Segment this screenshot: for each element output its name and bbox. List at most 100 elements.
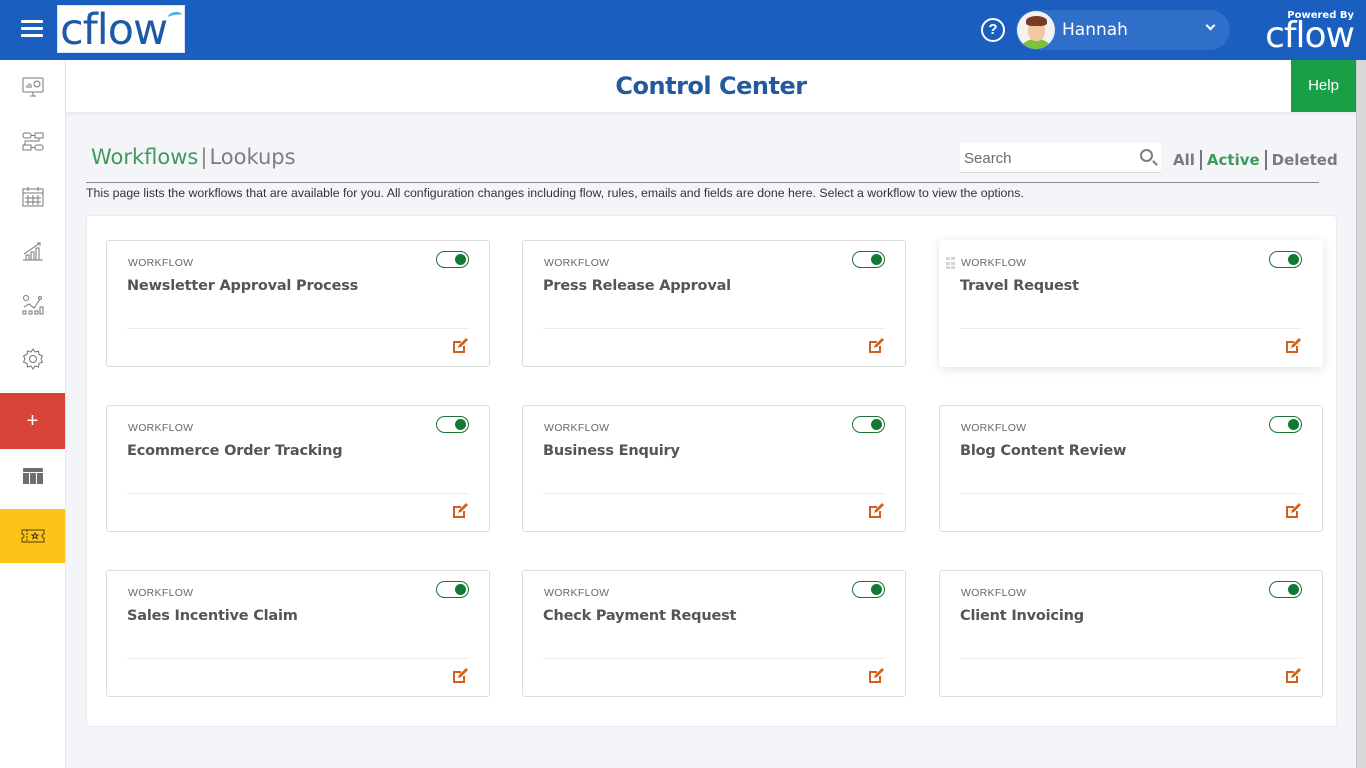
tab-workflows[interactable]: Workflows: [91, 145, 198, 169]
toggle-knob: [1288, 254, 1299, 265]
page-description: This page lists the workflows that are a…: [86, 186, 1024, 200]
workflow-card-title: Sales Incentive Claim: [127, 608, 298, 624]
workflow-enable-toggle[interactable]: [436, 416, 469, 433]
table-icon: [22, 468, 43, 484]
workflow-card[interactable]: WORKFLOW Business Enquiry: [522, 405, 906, 532]
filter-all[interactable]: All: [1173, 151, 1195, 169]
card-divider: [127, 658, 469, 659]
drag-handle-icon[interactable]: [946, 257, 956, 270]
page-title: Control Center: [615, 72, 807, 100]
edit-icon[interactable]: [867, 502, 885, 520]
toggle-knob: [1288, 419, 1299, 430]
logo-text: cflow: [60, 5, 168, 55]
toggle-knob: [871, 584, 882, 595]
edit-icon[interactable]: [451, 502, 469, 520]
user-name: Hannah: [1062, 20, 1128, 40]
workflow-enable-toggle[interactable]: [852, 251, 885, 268]
workflow-card-label: WORKFLOW: [128, 422, 194, 434]
sidebar-item-tickets[interactable]: [0, 509, 65, 563]
filter-separator: [1264, 150, 1267, 170]
vertical-scrollbar[interactable]: [1356, 60, 1366, 768]
card-divider: [543, 493, 885, 494]
tab-lookups[interactable]: Lookups: [209, 145, 295, 169]
workflow-card-title: Client Invoicing: [960, 608, 1084, 624]
sidebar-item-dashboard[interactable]: [0, 60, 65, 114]
calendar-icon: [22, 187, 43, 207]
toggle-knob: [455, 254, 466, 265]
card-divider: [960, 493, 1302, 494]
workflow-card[interactable]: WORKFLOW Check Payment Request: [522, 570, 906, 697]
line-chart-icon: [22, 295, 43, 315]
sidebar-item-reports[interactable]: [0, 224, 65, 278]
toggle-knob: [871, 254, 882, 265]
workflow-card[interactable]: WORKFLOW Blog Content Review: [939, 405, 1323, 532]
sidebar: +: [0, 60, 66, 768]
header-divider: [86, 182, 1319, 183]
sidebar-item-settings[interactable]: [0, 332, 65, 386]
workflow-card[interactable]: WORKFLOW Travel Request: [939, 240, 1323, 367]
search-input[interactable]: [964, 147, 1134, 169]
workflow-card-title: Blog Content Review: [960, 443, 1127, 459]
workflow-card-title: Travel Request: [960, 278, 1079, 294]
workflow-card[interactable]: WORKFLOW Newsletter Approval Process: [106, 240, 490, 367]
workflow-card-title: Newsletter Approval Process: [127, 278, 359, 294]
workflow-enable-toggle[interactable]: [1269, 416, 1302, 433]
cflow-logo[interactable]: cflow: [57, 5, 185, 55]
user-menu-dropdown[interactable]: Hannah: [1016, 10, 1230, 50]
workflow-card-label: WORKFLOW: [128, 257, 194, 269]
workflow-enable-toggle[interactable]: [852, 581, 885, 598]
edit-icon[interactable]: [867, 667, 885, 685]
sidebar-item-create-new[interactable]: +: [0, 393, 65, 449]
powered-by-cflow-logo: cflow: [1265, 15, 1355, 56]
sidebar-item-analytics[interactable]: [0, 278, 65, 332]
workflow-card-label: WORKFLOW: [961, 422, 1027, 434]
plus-icon: +: [26, 409, 39, 432]
search-box: [960, 143, 1161, 173]
help-question-icon[interactable]: ?: [981, 18, 1005, 42]
hamburger-menu-icon[interactable]: [21, 20, 43, 38]
filter-separator: [1199, 150, 1202, 170]
edit-icon[interactable]: [1284, 337, 1302, 355]
workflow-card[interactable]: WORKFLOW Ecommerce Order Tracking: [106, 405, 490, 532]
gear-icon: [22, 348, 43, 370]
toggle-knob: [871, 419, 882, 430]
workflow-card[interactable]: WORKFLOW Sales Incentive Claim: [106, 570, 490, 697]
workflow-card-label: WORKFLOW: [128, 587, 194, 599]
card-divider: [127, 493, 469, 494]
filter-deleted[interactable]: Deleted: [1272, 151, 1338, 169]
workflow-card-label: WORKFLOW: [961, 257, 1027, 269]
chevron-down-icon: [1205, 20, 1216, 31]
edit-icon[interactable]: [1284, 502, 1302, 520]
edit-icon[interactable]: [867, 337, 885, 355]
filter-active[interactable]: Active: [1207, 151, 1260, 169]
workflow-card-title: Business Enquiry: [543, 443, 680, 459]
status-filters: All Active Deleted: [1173, 150, 1338, 170]
workflow-card-title: Ecommerce Order Tracking: [127, 443, 343, 459]
edit-icon[interactable]: [451, 337, 469, 355]
workflow-enable-toggle[interactable]: [852, 416, 885, 433]
workflow-card-title: Check Payment Request: [543, 608, 737, 624]
card-divider: [543, 658, 885, 659]
sidebar-item-workflow-designer[interactable]: [0, 115, 65, 169]
workflow-enable-toggle[interactable]: [436, 251, 469, 268]
top-navigation-bar: cflow ? Hannah Powered By cflow: [0, 0, 1366, 60]
edit-icon[interactable]: [1284, 667, 1302, 685]
page-header: Control Center: [66, 60, 1358, 112]
help-button[interactable]: Help: [1291, 60, 1356, 112]
sidebar-item-calendar[interactable]: [0, 170, 65, 224]
card-divider: [960, 328, 1302, 329]
workflow-enable-toggle[interactable]: [1269, 581, 1302, 598]
bar-chart-growth-icon: [22, 242, 43, 261]
toggle-knob: [455, 584, 466, 595]
section-tabs: Workflows|Lookups: [91, 145, 296, 169]
tab-separator: |: [200, 145, 208, 169]
edit-icon[interactable]: [451, 667, 469, 685]
search-icon[interactable]: [1140, 149, 1153, 162]
workflow-cards-panel: WORKFLOW Newsletter Approval Process WOR…: [86, 215, 1337, 727]
sidebar-item-table-view[interactable]: [0, 449, 65, 503]
workflow-enable-toggle[interactable]: [436, 581, 469, 598]
workflow-enable-toggle[interactable]: [1269, 251, 1302, 268]
workflow-card-label: WORKFLOW: [961, 587, 1027, 599]
workflow-card[interactable]: WORKFLOW Client Invoicing: [939, 570, 1323, 697]
workflow-card[interactable]: WORKFLOW Press Release Approval: [522, 240, 906, 367]
